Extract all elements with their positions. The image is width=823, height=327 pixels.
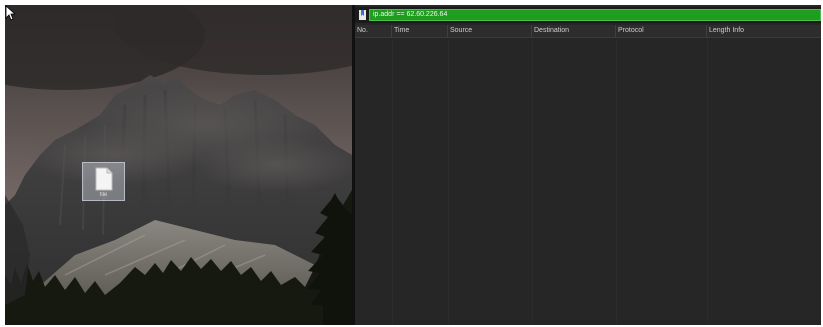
column-guide — [707, 38, 708, 325]
column-header-protocol[interactable]: Protocol — [616, 25, 707, 37]
column-guide — [448, 38, 449, 325]
column-guide — [616, 38, 617, 325]
packet-list[interactable] — [355, 38, 821, 325]
wallpaper-image — [5, 5, 352, 325]
desktop-file-label: file — [99, 192, 108, 198]
mouse-cursor-icon — [5, 5, 15, 21]
desktop-file-selection[interactable]: file — [82, 162, 125, 201]
column-header-no[interactable]: No. — [355, 25, 392, 37]
column-guide — [392, 38, 393, 325]
screen: file ip.addr == 62.60.226.64 No. Time So… — [5, 5, 821, 325]
column-header-length-info[interactable]: Length Info — [707, 25, 821, 37]
document-icon — [95, 167, 113, 191]
column-header-destination[interactable]: Destination — [532, 25, 616, 37]
display-filter-toolbar: ip.addr == 62.60.226.64 — [355, 7, 821, 23]
column-header-source[interactable]: Source — [448, 25, 532, 37]
packet-list-header: No. Time Source Destination Protocol Len… — [355, 25, 821, 38]
display-filter-input[interactable]: ip.addr == 62.60.226.64 — [369, 9, 821, 21]
column-header-time[interactable]: Time — [392, 25, 448, 37]
packet-capture-window: ip.addr == 62.60.226.64 No. Time Source … — [355, 5, 821, 325]
desktop: file — [5, 5, 352, 325]
column-guide — [532, 38, 533, 325]
filter-bookmark-icon[interactable] — [358, 9, 367, 21]
